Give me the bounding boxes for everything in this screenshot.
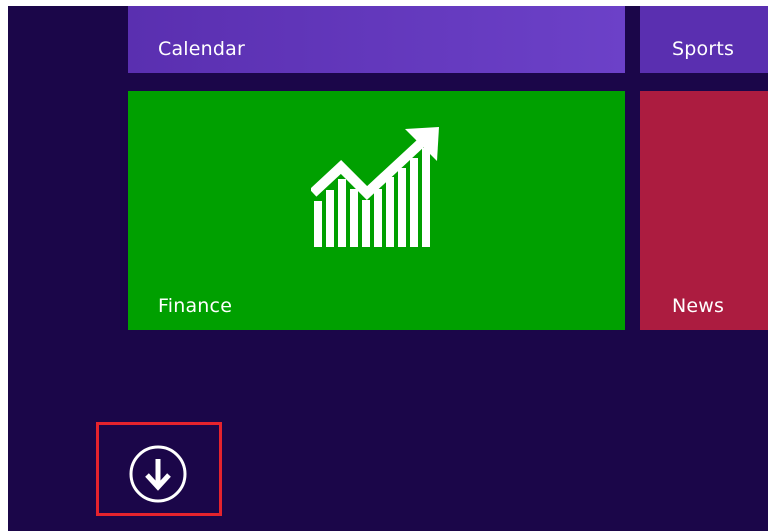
tile-calendar[interactable]: Calendar bbox=[128, 6, 625, 73]
tile-news[interactable]: News bbox=[640, 91, 768, 330]
finance-chart-icon bbox=[311, 127, 439, 247]
tile-sports-label: Sports bbox=[672, 38, 735, 60]
tile-finance-label: Finance bbox=[158, 295, 233, 317]
start-screen: Calendar Sports Finance News bbox=[8, 6, 768, 531]
tile-sports[interactable]: Sports bbox=[640, 6, 768, 73]
tile-calendar-label: Calendar bbox=[158, 38, 246, 60]
apps-view-button[interactable] bbox=[127, 443, 189, 505]
down-arrow-circle-icon bbox=[129, 445, 187, 503]
tile-news-label: News bbox=[672, 295, 725, 317]
tile-finance[interactable]: Finance bbox=[128, 91, 625, 330]
